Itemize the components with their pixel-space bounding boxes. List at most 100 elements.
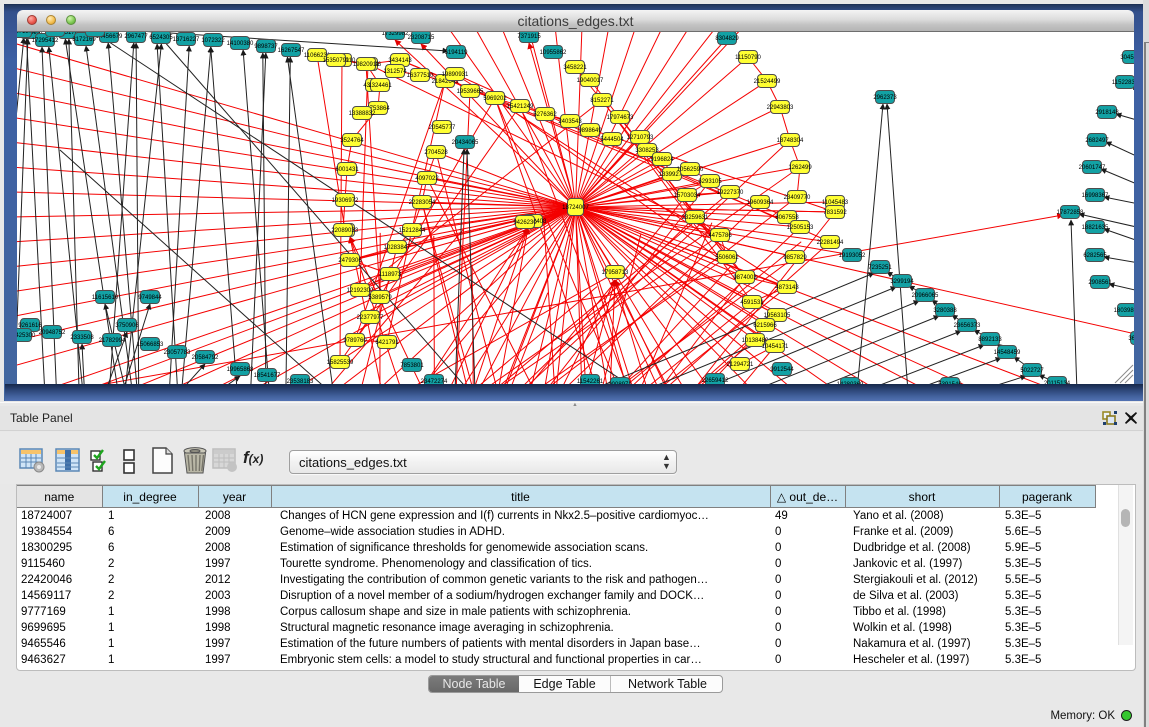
svg-text:1312574: 1312574	[383, 69, 407, 75]
svg-text:14548459: 14548459	[994, 350, 1021, 356]
svg-text:9857829: 9857829	[783, 255, 807, 261]
svg-text:3688094: 3688094	[1128, 336, 1134, 342]
svg-text:11150790: 11150790	[735, 55, 761, 61]
svg-text:20601747: 20601747	[1079, 165, 1106, 171]
svg-text:15350791: 15350791	[323, 58, 350, 64]
svg-text:2918148: 2918148	[1095, 110, 1119, 116]
svg-text:16267547: 16267547	[278, 48, 305, 54]
svg-text:6421791: 6421791	[375, 340, 399, 346]
svg-text:3434143: 3434143	[388, 58, 412, 64]
svg-text:17958713: 17958713	[602, 270, 629, 276]
svg-text:7853801: 7853801	[400, 363, 424, 369]
svg-text:18541677: 18541677	[254, 373, 281, 379]
svg-text:2682497: 2682497	[1085, 138, 1109, 144]
svg-text:2403543: 2403543	[558, 119, 582, 125]
svg-text:6293105: 6293105	[698, 179, 722, 185]
svg-text:12192300: 12192300	[347, 288, 374, 294]
svg-text:2208903: 2208903	[331, 228, 355, 234]
svg-text:3045396: 3045396	[1120, 55, 1134, 61]
svg-text:17872858: 17872858	[1057, 210, 1084, 216]
svg-text:11522831: 11522831	[1112, 80, 1134, 86]
svg-text:20434065: 20434065	[452, 140, 479, 146]
svg-text:1072322: 1072322	[201, 38, 225, 44]
svg-text:8152271: 8152271	[590, 98, 614, 104]
svg-text:21782994: 21782994	[99, 338, 126, 344]
svg-text:11615610: 11615610	[92, 295, 119, 301]
svg-text:19648490: 19648490	[82, 32, 109, 34]
svg-text:14100380: 14100380	[227, 41, 254, 47]
svg-text:6215966: 6215966	[753, 323, 777, 329]
svg-text:21294721: 21294721	[727, 362, 754, 368]
svg-text:15193775: 15193775	[42, 32, 69, 34]
svg-text:6282565: 6282565	[1083, 253, 1107, 259]
svg-text:20425300: 20425300	[17, 333, 36, 339]
svg-text:18724007: 18724007	[562, 205, 589, 211]
svg-text:17295412: 17295412	[32, 38, 59, 44]
svg-text:23057783: 23057783	[164, 350, 191, 356]
svg-text:15421249: 15421249	[507, 104, 534, 110]
svg-text:4873143: 4873143	[775, 285, 799, 291]
svg-text:9749844: 9749844	[138, 295, 162, 301]
svg-text:1118973: 1118973	[379, 272, 402, 278]
svg-text:20966065: 20966065	[912, 293, 939, 299]
svg-text:5391546: 5391546	[938, 382, 962, 384]
svg-text:20545777: 20545777	[429, 125, 456, 131]
svg-text:4475786: 4475786	[708, 233, 732, 239]
svg-text:23259631: 23259631	[682, 215, 709, 221]
svg-text:23538183: 23538183	[287, 379, 314, 384]
svg-text:13716227: 13716227	[173, 37, 200, 43]
svg-text:19040017: 19040017	[577, 78, 604, 84]
svg-text:8892133: 8892133	[978, 337, 1002, 343]
svg-text:7371915: 7371915	[517, 34, 541, 40]
svg-text:19890931: 19890931	[442, 72, 469, 78]
svg-text:23208715: 23208715	[408, 35, 435, 41]
svg-text:22943803: 22943803	[767, 105, 794, 111]
svg-text:13388832: 13388832	[349, 111, 376, 117]
svg-text:12505153: 12505153	[787, 225, 814, 231]
svg-text:4591531: 4591531	[740, 300, 764, 306]
svg-text:5506062: 5506062	[715, 255, 739, 261]
svg-text:1324461: 1324461	[368, 83, 392, 89]
svg-text:20948752: 20948752	[39, 330, 66, 336]
svg-text:3750906: 3750906	[115, 323, 139, 329]
svg-text:19539665: 19539665	[457, 89, 484, 95]
svg-text:22281494: 22281494	[817, 240, 844, 246]
svg-text:8172169: 8172169	[72, 37, 96, 43]
svg-text:5276362: 5276362	[533, 112, 557, 118]
svg-text:7235251: 7235251	[868, 265, 892, 271]
svg-text:10283847: 10283847	[384, 245, 411, 251]
svg-text:15825539: 15825539	[327, 360, 354, 366]
svg-text:10571375: 10571375	[17, 32, 36, 35]
svg-text:15703034: 15703034	[674, 193, 701, 199]
svg-text:6194119: 6194119	[445, 50, 469, 56]
svg-text:19609364: 19609364	[747, 200, 774, 206]
svg-text:6001431: 6001431	[335, 167, 359, 173]
svg-text:18039896: 18039896	[1114, 308, 1134, 314]
svg-text:16998367: 16998367	[1082, 193, 1109, 199]
svg-text:19193052: 19193052	[839, 253, 866, 259]
svg-text:3280388: 3280388	[933, 308, 957, 314]
svg-text:5444504: 5444504	[600, 137, 624, 143]
svg-text:23656373: 23656373	[954, 323, 981, 329]
svg-text:2962373: 2962373	[873, 95, 897, 101]
svg-text:22283054: 22283054	[409, 200, 436, 206]
svg-text:3299194: 3299194	[890, 279, 914, 285]
svg-text:9008971: 9008971	[608, 382, 632, 384]
svg-text:20115134: 20115134	[1044, 381, 1071, 384]
svg-text:5389579: 5389579	[368, 295, 392, 301]
svg-text:7831592: 7831592	[823, 210, 847, 216]
svg-text:9789760: 9789760	[343, 338, 367, 344]
svg-text:5969202: 5969202	[483, 96, 507, 102]
svg-text:19306972: 19306972	[332, 198, 359, 204]
svg-text:9898737: 9898737	[254, 44, 278, 50]
svg-text:18748304: 18748304	[777, 138, 804, 144]
svg-text:6524305: 6524305	[149, 35, 173, 41]
svg-text:2479306: 2479306	[338, 258, 362, 264]
svg-text:11542261: 11542261	[577, 379, 604, 384]
svg-text:8304829: 8304829	[715, 36, 739, 42]
svg-text:3524764: 3524764	[340, 138, 364, 144]
svg-text:9874003: 9874003	[733, 275, 757, 281]
svg-text:19227370: 19227370	[717, 190, 744, 196]
svg-text:17974673: 17974673	[607, 115, 634, 121]
svg-text:22659412: 22659412	[702, 378, 729, 384]
